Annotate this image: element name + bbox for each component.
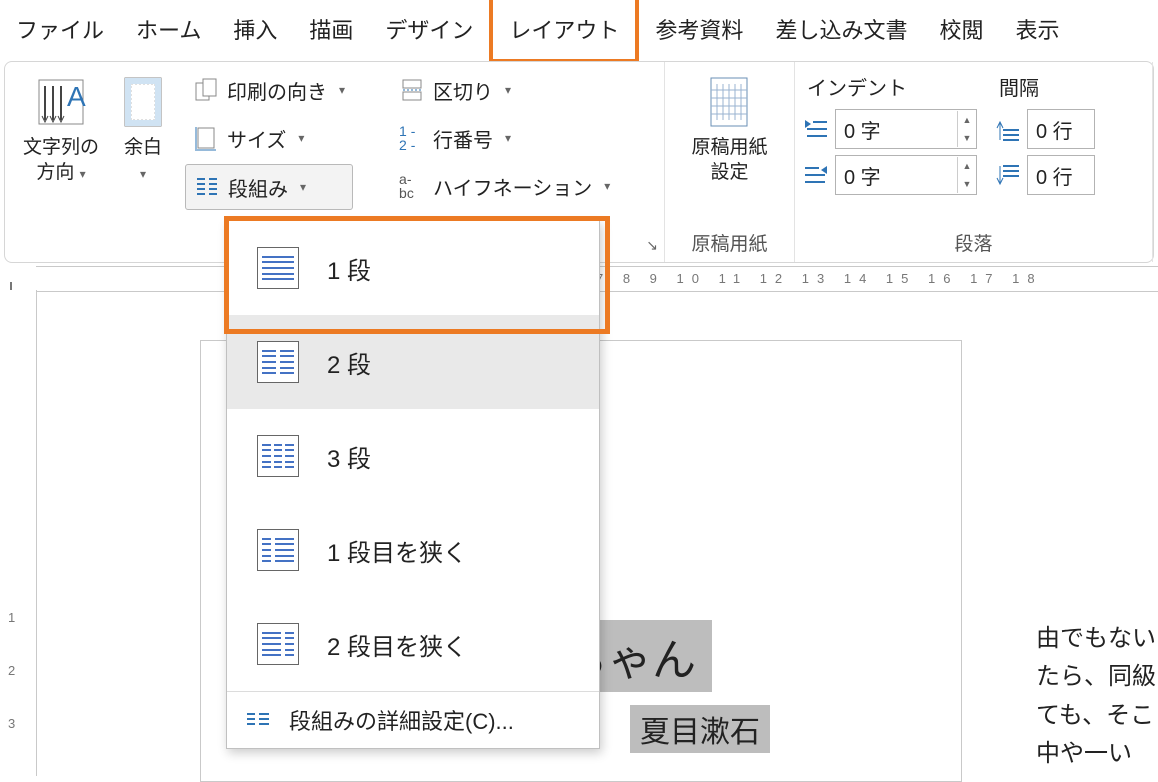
indent-left-input[interactable]: 0 字▲▼ [835,109,977,149]
hyphenation-icon: a-bc [399,172,425,200]
document-author[interactable]: 夏目漱石 [630,705,770,753]
columns-more-icon [245,710,271,730]
columns-more-options[interactable]: 段組みの詳細設定(C)... [227,691,599,748]
chevron-down-icon: ▾ [505,83,511,97]
text-direction-icon: A [33,74,89,130]
space-before-input[interactable]: 0 行 [1027,109,1095,149]
breaks-icon [399,77,425,103]
tab-layout[interactable]: レイアウト [489,0,639,63]
group-paragraph: インデント 0 字▲▼ 0 字▲▼ 間隔 0 行 0 行 [795,62,1153,262]
space-before-icon [995,116,1021,142]
tab-draw[interactable]: 描画 [293,0,369,59]
columns-button[interactable]: 段組み ▾ [185,164,353,210]
columns-left-narrow-icon [257,529,299,571]
tab-design[interactable]: デザイン [369,0,489,59]
space-after-value: 0 行 [1028,161,1094,190]
columns-option-two[interactable]: 2 段 [227,315,599,409]
columns-more-label: 段組みの詳細設定(C)... [289,704,514,736]
columns-option-right-narrow[interactable]: 2 段目を狭く [227,597,599,691]
columns-three-label: 3 段 [327,439,371,474]
columns-icon [194,174,220,200]
columns-right-narrow-icon [257,623,299,665]
chevron-down-icon: ▾ [80,167,86,181]
tab-mailings[interactable]: 差し込み文書 [759,0,923,59]
margins-button[interactable]: 余白 ▾ [109,68,177,262]
ruler-v-numbers: 123 [8,610,15,731]
line-numbers-label: 行番号 [433,124,493,153]
space-after-input[interactable]: 0 行 [1027,155,1095,195]
vertical-ruler[interactable]: 123 [0,290,37,776]
size-button[interactable]: サイズ ▾ [185,116,353,160]
columns-option-three[interactable]: 3 段 [227,409,599,503]
columns-option-one[interactable]: 1 段 [227,221,599,315]
indent-left-value: 0 字 [836,115,957,144]
spin-up-icon[interactable]: ▲ [958,157,976,175]
chevron-down-icon: ▾ [604,179,610,193]
line-numbers-button[interactable]: 1 -2 - 行番号 ▾ [391,116,618,160]
columns-two-label: 2 段 [327,345,371,380]
indent-right-icon [803,162,829,188]
svg-text:A: A [67,81,86,112]
columns-label: 段組み [228,173,288,202]
document-body-text[interactable]: 由でもない たら、同級 ても、そこ 中や一い [1036,620,1156,774]
orientation-button[interactable]: 印刷の向き ▾ [185,68,353,112]
columns-one-icon [257,247,299,289]
breaks-label: 区切り [433,76,493,105]
margins-label: 余白 [124,137,162,158]
margins-icon [119,74,167,130]
text-direction-button[interactable]: A 文字列の 方向 ▾ [13,68,109,262]
size-icon [193,125,219,151]
columns-right-label: 2 段目を狭く [327,627,467,662]
manuscript-icon [705,74,753,130]
columns-dropdown: 1 段 2 段 3 段 1 段目を狭く 2 段目を狭く 段組みの詳細設定(C).… [226,220,600,749]
chevron-down-icon: ▾ [298,131,304,145]
spacing-heading: 間隔 [995,68,1095,109]
indent-right-value: 0 字 [836,161,957,190]
page-setup-launcher[interactable]: ↘ [646,237,658,254]
space-after-icon [995,162,1021,188]
text-direction-label: 文字列の 方向 [23,137,99,183]
line-numbers-icon: 1 -2 - [399,124,425,152]
hyphenation-button[interactable]: a-bc ハイフネーション ▾ [391,164,618,208]
indent-left-icon [803,116,829,142]
hyphenation-label: ハイフネーション [433,172,592,201]
chevron-down-icon: ▾ [300,180,306,194]
columns-option-left-narrow[interactable]: 1 段目を狭く [227,503,599,597]
paragraph-group-label: 段落 [795,229,1152,256]
manuscript-group-label: 原稿用紙 [665,229,794,256]
columns-left-label: 1 段目を狭く [327,533,467,568]
space-before-value: 0 行 [1028,115,1094,144]
chevron-down-icon: ▾ [339,83,345,97]
columns-one-label: 1 段 [327,251,371,286]
menu-tabbar: ファイル ホーム 挿入 描画 デザイン レイアウト 参考資料 差し込み文書 校閲… [0,0,1158,59]
tab-insert[interactable]: 挿入 [217,0,293,59]
breaks-button[interactable]: 区切り ▾ [391,68,618,112]
indent-heading: インデント [803,68,977,109]
tab-review[interactable]: 校閲 [923,0,999,59]
chevron-down-icon: ▾ [505,131,511,145]
tab-view[interactable]: 表示 [999,0,1075,59]
tab-references[interactable]: 参考資料 [639,0,759,59]
size-label: サイズ [227,124,286,153]
tab-file[interactable]: ファイル [0,0,120,59]
spin-up-icon[interactable]: ▲ [958,111,976,129]
manuscript-label: 原稿用紙 設定 [691,136,767,185]
columns-three-icon [257,435,299,477]
tab-home[interactable]: ホーム [120,0,217,59]
spin-down-icon[interactable]: ▼ [958,175,976,193]
chevron-down-icon: ▾ [140,167,146,181]
orientation-icon [193,77,219,103]
columns-two-icon [257,341,299,383]
ruler-h-numbers: 7 8 9 10 11 12 13 14 15 16 17 18 [596,271,1043,286]
indent-right-input[interactable]: 0 字▲▼ [835,155,977,195]
orientation-label: 印刷の向き [227,76,327,105]
spin-down-icon[interactable]: ▼ [958,129,976,147]
group-manuscript: 原稿用紙 設定 原稿用紙 [665,62,795,262]
